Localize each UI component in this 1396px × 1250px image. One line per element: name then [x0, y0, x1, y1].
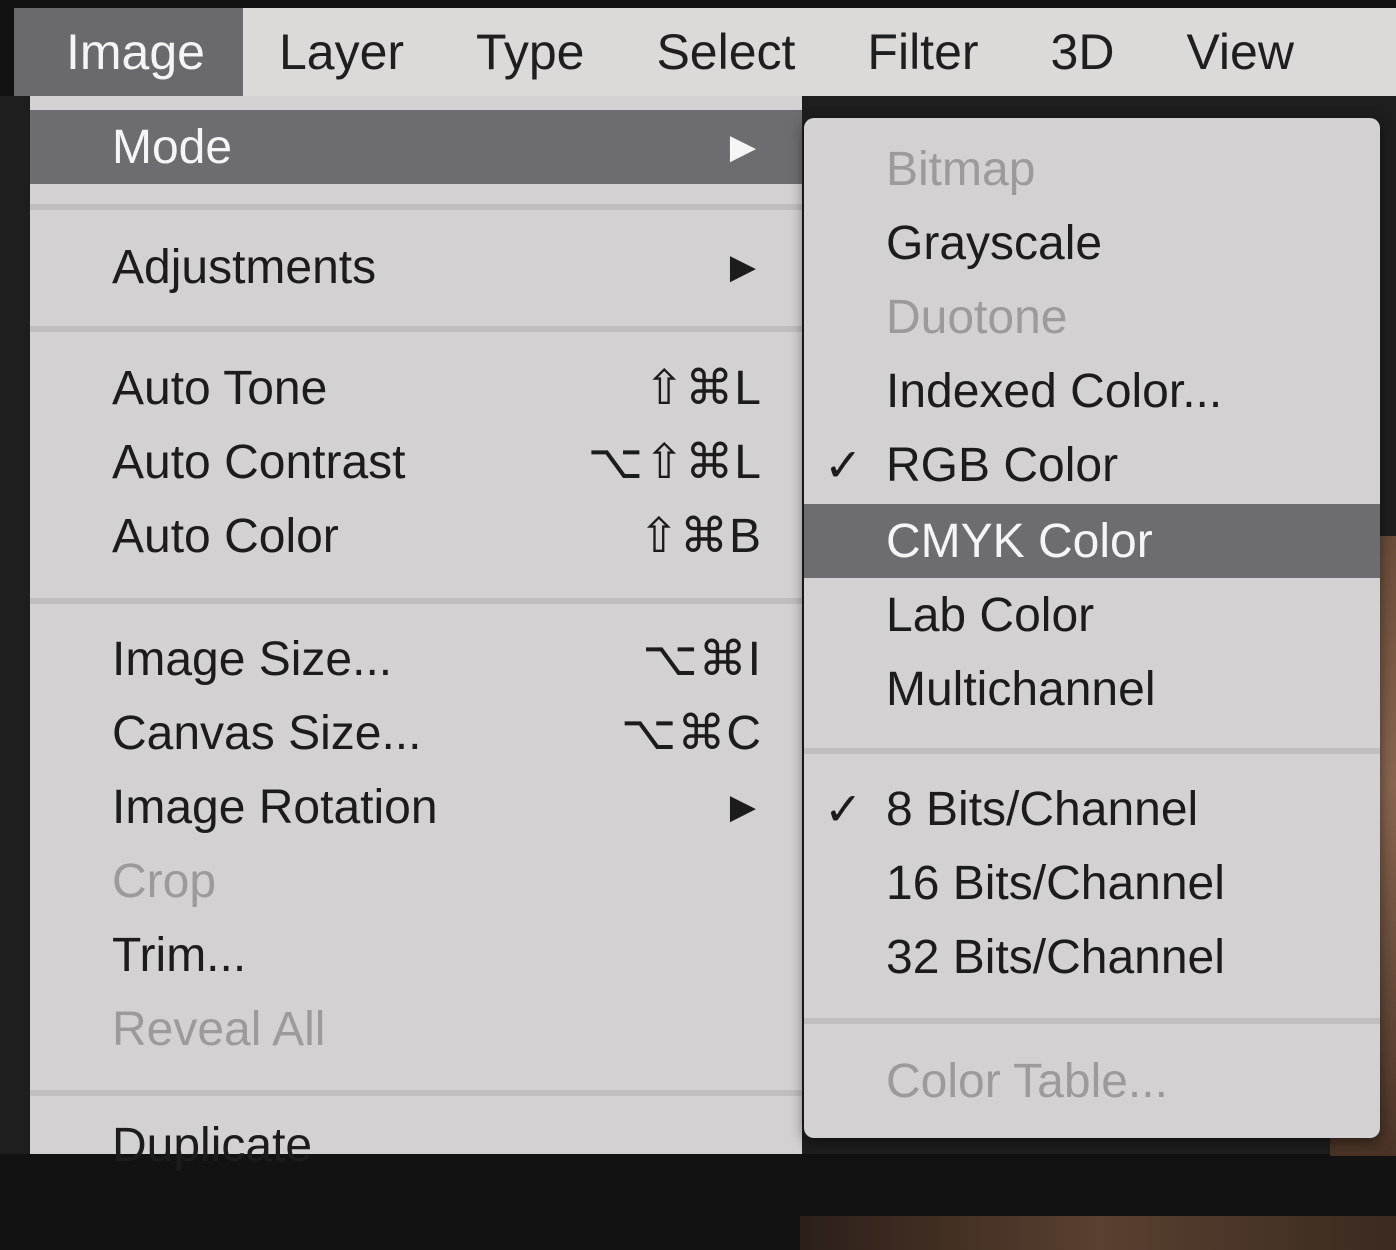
submenu-item-32-bits[interactable]: 32 Bits/Channel — [804, 920, 1380, 994]
submenu-item-bitmap: Bitmap — [804, 132, 1380, 206]
menu-item-label: Duplicate — [112, 1118, 313, 1172]
menubar-view[interactable]: View — [1150, 8, 1329, 96]
menu-item-auto-color[interactable]: Auto Color ⇧⌘B — [30, 499, 802, 573]
submenu-arrow-icon: ▶ — [729, 128, 756, 166]
shortcut-label: ⇧⌘B — [638, 510, 762, 563]
submenu-item-label: Color Table... — [886, 1054, 1168, 1108]
menu-item-label: Auto Contrast — [112, 435, 406, 489]
menu-separator — [30, 1090, 802, 1096]
submenu-item-label: Multichannel — [886, 662, 1156, 716]
submenu-item-multichannel[interactable]: Multichannel — [804, 652, 1380, 726]
menu-bar: Image Layer Type Select Filter 3D View — [14, 8, 1396, 96]
menu-separator — [30, 204, 802, 210]
menubar-type[interactable]: Type — [440, 8, 620, 96]
submenu-item-indexed-color[interactable]: Indexed Color... — [804, 354, 1380, 428]
mode-submenu: Bitmap Grayscale Duotone Indexed Color..… — [804, 118, 1380, 1138]
menu-item-auto-contrast[interactable]: Auto Contrast ⌥⇧⌘L — [30, 425, 802, 499]
menubar-filter[interactable]: Filter — [831, 8, 1014, 96]
menu-item-mode[interactable]: Mode ▶ — [30, 110, 802, 184]
checkmark-icon: ✓ — [824, 439, 863, 491]
shortcut-label: ⌥⌘I — [642, 633, 762, 686]
menubar-3d[interactable]: 3D — [1015, 8, 1151, 96]
photo-canvas-bottom — [800, 1216, 1396, 1250]
submenu-item-label: Bitmap — [886, 142, 1036, 196]
menu-item-label: Canvas Size... — [112, 706, 422, 760]
submenu-item-label: RGB Color — [886, 438, 1119, 492]
menubar-image[interactable]: Image — [14, 8, 243, 96]
submenu-item-label: 32 Bits/Channel — [886, 930, 1225, 984]
menu-item-label: Trim... — [112, 928, 247, 982]
submenu-item-lab-color[interactable]: Lab Color — [804, 578, 1380, 652]
submenu-item-label: Indexed Color... — [886, 364, 1223, 418]
shortcut-label: ⌥⌘C — [621, 707, 762, 760]
menu-separator — [30, 326, 802, 332]
menu-item-label: Auto Tone — [112, 361, 328, 415]
menu-item-trim[interactable]: Trim... — [30, 918, 802, 992]
menu-item-duplicate[interactable]: Duplicate — [30, 1108, 802, 1182]
image-menu: Mode ▶ Adjustments ▶ Auto Tone ⇧⌘L Auto … — [30, 96, 802, 1172]
menu-item-image-rotation[interactable]: Image Rotation ▶ — [30, 770, 802, 844]
menu-item-crop: Crop — [30, 844, 802, 918]
menu-separator — [804, 748, 1380, 754]
submenu-item-label: Duotone — [886, 290, 1068, 344]
submenu-item-label: 16 Bits/Channel — [886, 856, 1225, 910]
submenu-item-duotone: Duotone — [804, 280, 1380, 354]
menu-item-label: Reveal All — [112, 1002, 326, 1056]
submenu-arrow-icon: ▶ — [729, 248, 756, 286]
menubar-layer[interactable]: Layer — [243, 8, 440, 96]
submenu-item-label: 8 Bits/Channel — [886, 782, 1199, 836]
checkmark-icon: ✓ — [824, 783, 863, 835]
submenu-item-16-bits[interactable]: 16 Bits/Channel — [804, 846, 1380, 920]
menu-separator — [30, 598, 802, 604]
menu-item-label: Mode — [112, 120, 233, 174]
menu-item-label: Image Rotation — [112, 780, 438, 834]
submenu-item-label: Grayscale — [886, 216, 1103, 270]
submenu-item-cmyk-color[interactable]: CMYK Color — [804, 504, 1380, 578]
submenu-item-rgb-color[interactable]: ✓ RGB Color — [804, 428, 1380, 502]
submenu-item-color-table: Color Table... — [804, 1044, 1380, 1118]
menu-item-reveal-all: Reveal All — [30, 992, 802, 1066]
menu-item-image-size[interactable]: Image Size... ⌥⌘I — [30, 622, 802, 696]
submenu-item-8-bits[interactable]: ✓ 8 Bits/Channel — [804, 772, 1380, 846]
shortcut-label: ⇧⌘L — [644, 362, 762, 415]
menu-item-label: Image Size... — [112, 632, 393, 686]
menu-item-adjustments[interactable]: Adjustments ▶ — [30, 230, 802, 304]
menu-item-label: Crop — [112, 854, 217, 908]
menu-separator — [804, 1018, 1380, 1024]
submenu-item-label: CMYK Color — [886, 514, 1153, 568]
menu-item-label: Auto Color — [112, 509, 339, 563]
menu-item-canvas-size[interactable]: Canvas Size... ⌥⌘C — [30, 696, 802, 770]
menu-item-label: Adjustments — [112, 240, 377, 294]
shortcut-label: ⌥⇧⌘L — [587, 436, 762, 489]
menubar-select[interactable]: Select — [620, 8, 831, 96]
submenu-item-label: Lab Color — [886, 588, 1095, 642]
submenu-item-grayscale[interactable]: Grayscale — [804, 206, 1380, 280]
submenu-arrow-icon: ▶ — [729, 788, 756, 826]
menu-item-auto-tone[interactable]: Auto Tone ⇧⌘L — [30, 351, 802, 425]
